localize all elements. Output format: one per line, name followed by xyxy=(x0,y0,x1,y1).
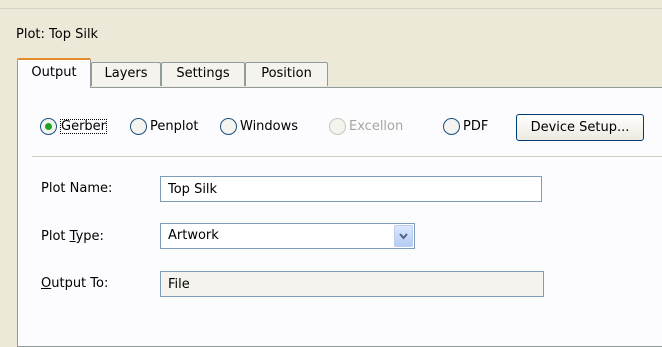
radio-penplot-label: Penplot xyxy=(150,119,199,134)
radio-gerber[interactable]: Gerber xyxy=(40,118,108,135)
group-separator xyxy=(32,156,662,158)
plot-name-input[interactable] xyxy=(160,176,542,202)
radio-windows[interactable]: Windows xyxy=(220,118,298,135)
radio-selected-icon xyxy=(40,118,57,135)
output-to-label: Output To: xyxy=(41,276,109,291)
radio-excellon-label: Excellon xyxy=(349,119,404,134)
plot-type-dropdown[interactable]: Artwork xyxy=(160,223,415,249)
plot-name-label: Plot Name: xyxy=(41,181,113,196)
plot-type-label: Plot Type: xyxy=(41,229,104,244)
tab-position[interactable]: Position xyxy=(245,62,328,86)
radio-penplot[interactable]: Penplot xyxy=(130,118,199,135)
radio-pdf[interactable]: PDF xyxy=(443,118,488,135)
radio-excellon: Excellon xyxy=(329,118,403,135)
radio-unselected-icon xyxy=(130,118,147,135)
tab-settings[interactable]: Settings xyxy=(161,62,245,86)
radio-windows-label: Windows xyxy=(240,119,299,134)
radio-unselected-icon xyxy=(443,118,460,135)
radio-pdf-label: PDF xyxy=(463,119,489,134)
radio-disabled-icon xyxy=(329,118,346,135)
radio-gerber-label: Gerber xyxy=(60,119,108,134)
plot-type-value: Artwork xyxy=(168,228,219,243)
tab-layers[interactable]: Layers xyxy=(91,62,161,86)
dialog-title: Plot: Top Silk xyxy=(16,27,99,42)
tab-output[interactable]: Output xyxy=(17,58,91,88)
radio-unselected-icon xyxy=(220,118,237,135)
device-setup-button[interactable]: Device Setup... xyxy=(516,114,644,141)
window-top-border xyxy=(0,0,662,9)
chevron-down-icon[interactable] xyxy=(394,225,413,247)
output-to-field xyxy=(160,271,544,297)
